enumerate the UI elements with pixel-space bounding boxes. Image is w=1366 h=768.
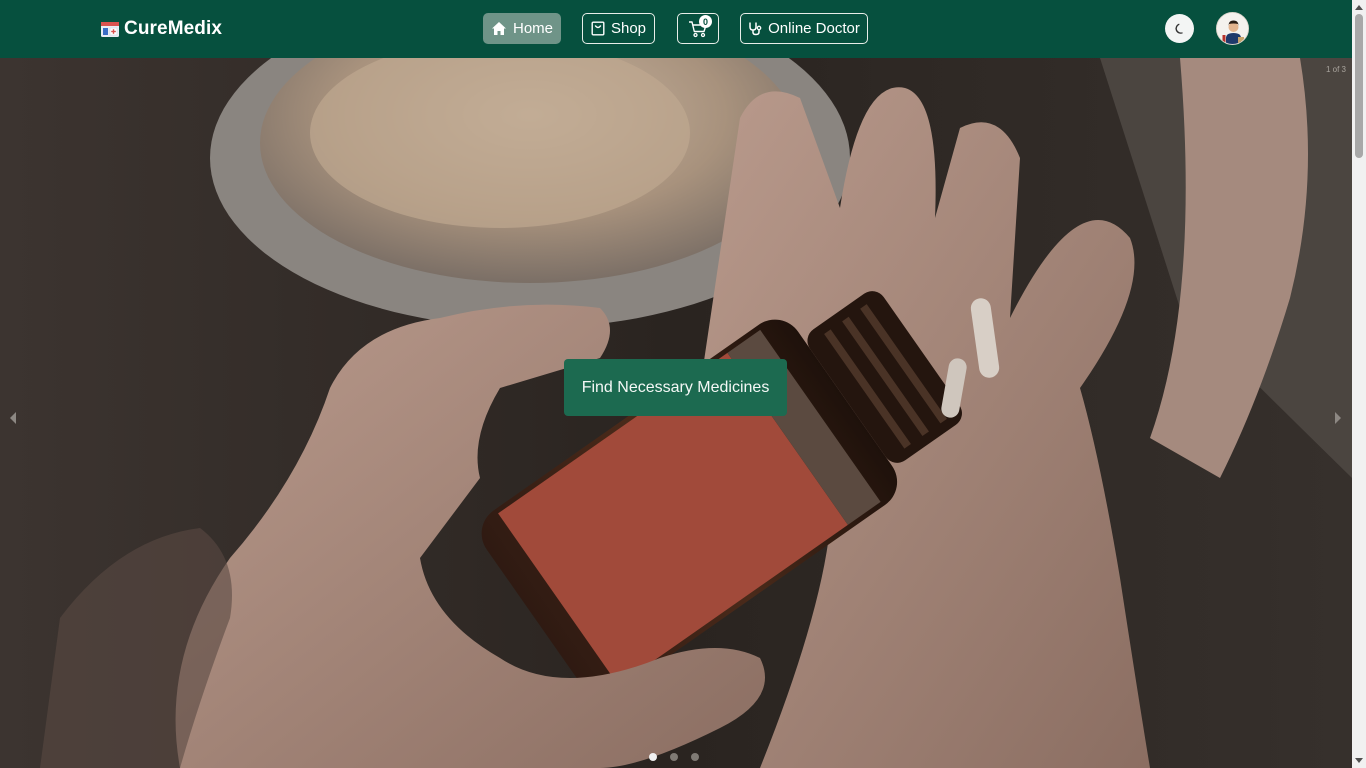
page-scrollbar[interactable] bbox=[1352, 0, 1366, 768]
scroll-up-arrow[interactable] bbox=[1352, 0, 1366, 14]
carousel-dots bbox=[649, 753, 699, 761]
top-navbar: CureMedix Home Shop 0 Online Doctor bbox=[0, 0, 1352, 58]
theme-toggle-button[interactable] bbox=[1165, 14, 1194, 43]
carousel-dot-1[interactable] bbox=[649, 753, 657, 761]
scroll-down-arrow[interactable] bbox=[1352, 754, 1366, 768]
carousel-next-button[interactable] bbox=[1331, 409, 1345, 427]
scroll-up-icon bbox=[1355, 5, 1363, 10]
scrollbar-thumb[interactable] bbox=[1355, 14, 1363, 158]
shopping-bag-icon bbox=[591, 21, 605, 36]
chevron-right-icon bbox=[1335, 412, 1341, 424]
cart-count-badge: 0 bbox=[699, 15, 712, 28]
carousel-dot-2[interactable] bbox=[670, 753, 678, 761]
carousel-dot-3[interactable] bbox=[691, 753, 699, 761]
home-icon bbox=[491, 22, 506, 35]
brand[interactable]: CureMedix bbox=[100, 17, 222, 41]
nav-shop-label: Shop bbox=[610, 20, 647, 37]
brand-name: CureMedix bbox=[124, 18, 223, 39]
find-medicines-button[interactable]: Find Necessary Medicines bbox=[564, 359, 787, 416]
nav-online-doctor-label: Online Doctor bbox=[768, 20, 860, 37]
user-avatar-icon bbox=[1217, 13, 1248, 44]
moon-icon bbox=[1175, 23, 1183, 34]
slide-counter: 1 of 3 bbox=[1325, 65, 1346, 74]
nav-online-doctor-button[interactable]: Online Doctor bbox=[740, 13, 868, 44]
nav-shop-button[interactable]: Shop bbox=[582, 13, 655, 44]
stethoscope-icon bbox=[749, 22, 762, 36]
user-avatar[interactable] bbox=[1216, 12, 1249, 45]
chevron-left-icon bbox=[10, 412, 16, 424]
nav-home-button[interactable]: Home bbox=[483, 13, 561, 44]
nav-home-label: Home bbox=[512, 20, 553, 37]
carousel-prev-button[interactable] bbox=[6, 409, 20, 427]
scroll-down-icon bbox=[1355, 758, 1363, 763]
hero-carousel: 1 of 3 Find Necessary Medicines bbox=[0, 58, 1352, 768]
medicine-cabinet-icon bbox=[101, 22, 119, 37]
nav-cart-button[interactable]: 0 bbox=[677, 13, 719, 44]
